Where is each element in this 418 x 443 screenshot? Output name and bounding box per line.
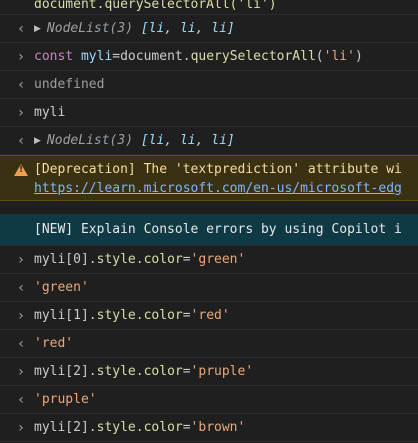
code-object: myli[2]. [34,364,97,379]
code-property: style.color [96,364,183,379]
output-string: 'red' [34,336,74,351]
code-string: 'red' [190,308,230,323]
console-row-partial: document.querySelectorAll('li') [0,0,418,15]
console-output-row[interactable]: ‹ ▶ NodeList(3) [li, li, li] [0,15,418,43]
code-property: style.color [96,420,183,435]
nodelist-type: NodeList(3) [46,21,134,36]
return-arrow-icon: ‹ [18,280,24,296]
nodelist-items: [li, li, li] [140,133,235,148]
expand-triangle-icon[interactable]: ▶ [34,136,41,146]
console-panel: document.querySelectorAll('li') ‹ ▶ NodeL… [0,0,418,443]
deprecation-warning: ! [Deprecation] The 'textprediction' att… [0,155,418,201]
code-equals: = [182,308,191,323]
code-object: myli[2]. [34,420,97,435]
keyword-const: const [34,49,74,64]
code-equals: = [182,252,191,267]
return-arrow-icon: ‹ [18,133,24,149]
console-output-row: ‹ 'green' [0,274,418,302]
console-input-row[interactable]: › myli [0,99,418,127]
code-string: 'pruple' [190,364,254,379]
nodelist-type: NodeList(3) [46,133,134,148]
output-string: 'green' [34,280,89,295]
chevron-right-icon: › [18,105,24,121]
code-object: myli[1]. [34,308,97,323]
nodelist-items: [li, li, li] [140,21,235,36]
paren-close: ) [354,49,363,64]
code-assign: =document. [112,49,191,64]
return-arrow-icon: ‹ [18,77,24,93]
console-output-row[interactable]: ‹ ▶ NodeList(3) [li, li, li] [0,127,418,155]
chevron-right-icon: › [18,252,24,268]
return-arrow-icon: ‹ [18,336,24,352]
return-arrow-icon: ‹ [18,392,24,408]
code-equals: = [182,364,191,379]
string-arg: 'li' [323,49,355,64]
chevron-right-icon: › [18,364,24,380]
console-input-row[interactable]: › const myli=document.querySelectorAll('… [0,43,418,71]
warning-message: [Deprecation] The 'textprediction' attri… [34,162,402,177]
warning-link[interactable]: https://learn.microsoft.com/en-us/micros… [34,181,402,196]
console-output-row: ‹ 'red' [0,330,418,358]
expand-triangle-icon[interactable]: ▶ [34,24,41,34]
console-input-row[interactable]: › myli[2].style.color='pruple' [0,358,418,386]
console-input-row[interactable]: › myli[0].style.color='green' [0,246,418,274]
input-text: myli [34,105,66,120]
console-input-row[interactable]: › myli[1].style.color='red' [0,302,418,330]
output-string: 'pruple' [34,392,97,407]
copilot-info-banner[interactable]: [NEW] Explain Console errors by using Co… [0,214,418,246]
code-property: style.color [96,308,183,323]
return-arrow-icon: ‹ [18,21,24,37]
output-undefined: undefined [34,77,105,92]
warning-icon: ! [14,164,28,176]
console-input-row[interactable]: › myli[2].style.color='brown' [0,414,418,442]
code-property: style.color [96,252,183,267]
code-object: myli[0]. [34,252,97,267]
chevron-right-icon: › [18,420,24,436]
code-string: 'green' [190,252,246,267]
console-output-row: ‹ undefined [0,71,418,99]
chevron-right-icon: › [18,49,24,65]
partial-command-text: document.querySelectorAll('li') [34,0,277,12]
function-name: querySelectorAll [190,49,316,64]
console-output-row: ‹ 'pruple' [0,386,418,414]
code-string: 'brown' [190,420,246,435]
chevron-right-icon: › [18,308,24,324]
code-equals: = [182,420,191,435]
variable-myli: myli [80,49,113,64]
paren-open: ( [315,49,324,64]
copilot-info-text: [NEW] Explain Console errors by using Co… [34,222,402,237]
